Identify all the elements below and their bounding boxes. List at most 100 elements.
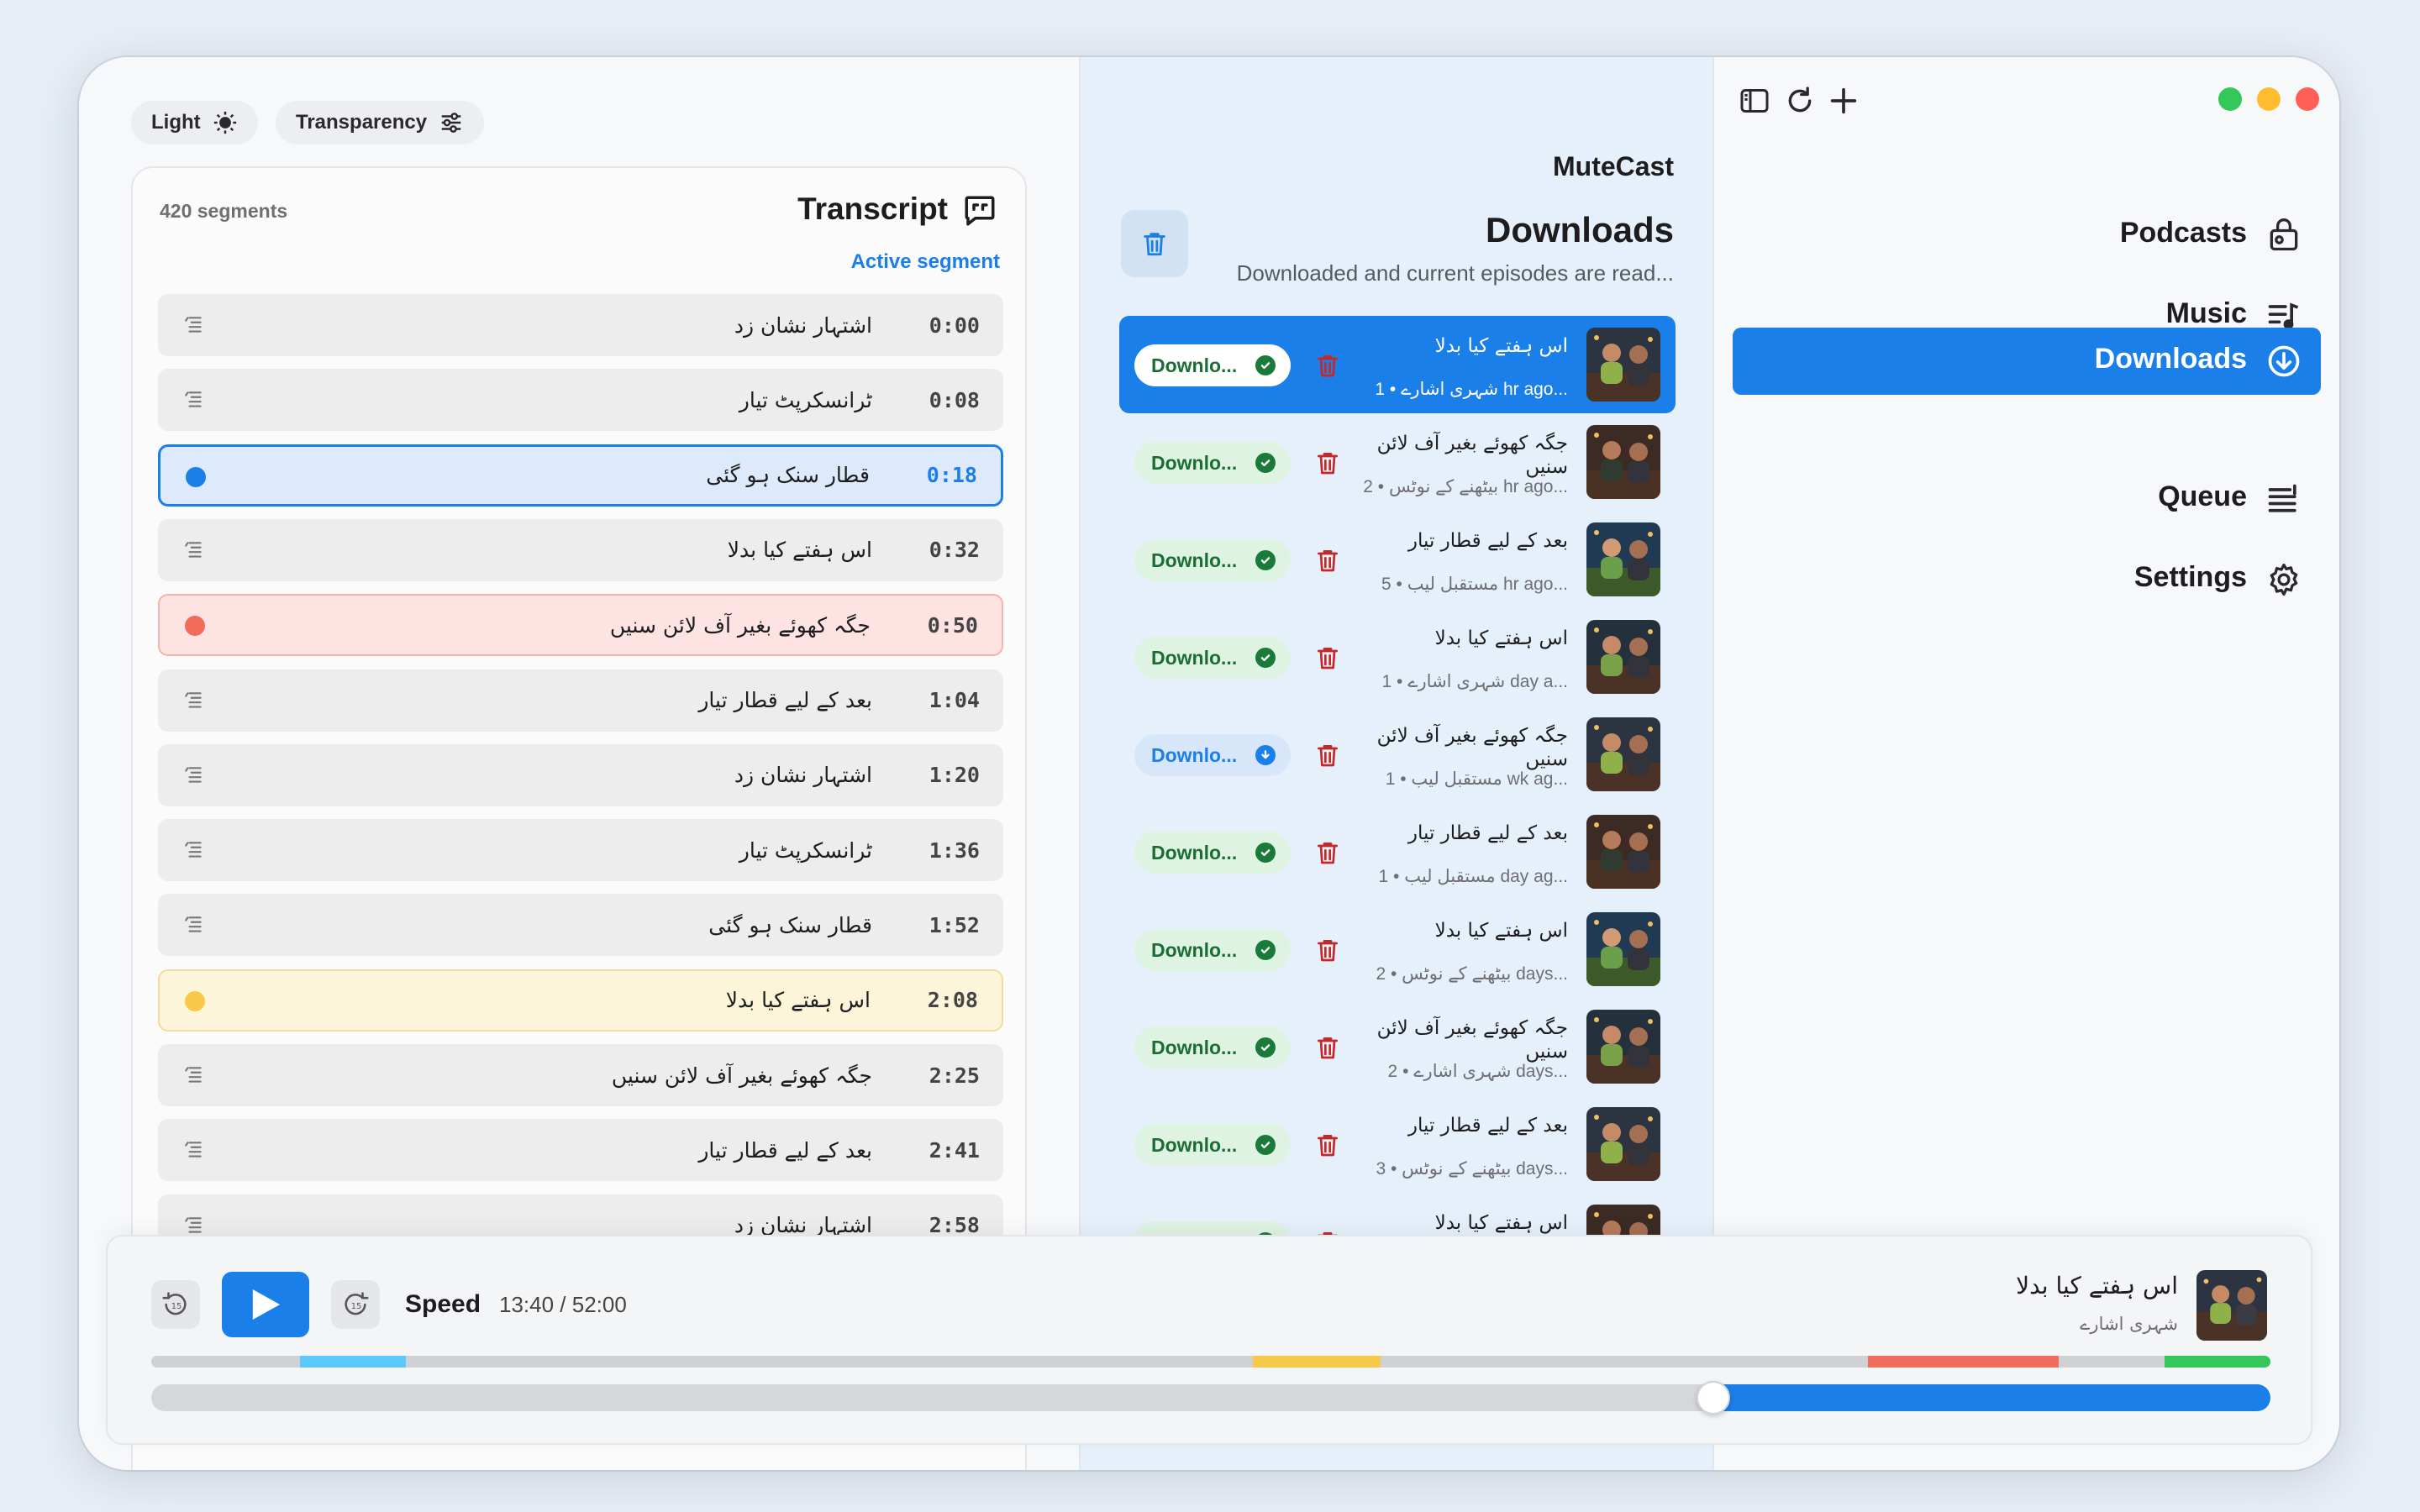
segment-time: 2:25 — [929, 1063, 980, 1088]
episode-artwork — [1586, 425, 1660, 499]
segment-text: ٹرانسکرپٹ تیار — [739, 837, 872, 863]
segment-marker — [1253, 1356, 1381, 1368]
checkmark-icon — [1255, 453, 1276, 473]
download-status-badge: Downlo... — [1134, 832, 1291, 874]
segment-time: 0:00 — [929, 312, 980, 338]
zoom-window-button[interactable] — [2218, 87, 2242, 111]
play-button[interactable] — [222, 1272, 309, 1337]
segment-marker — [299, 1356, 406, 1368]
episode-title: اس ہفتے کیا بدلا — [1434, 1212, 1568, 1234]
delete-episode-icon[interactable] — [1314, 546, 1341, 575]
transcript-row[interactable]: اس ہفتے کیا بدلا 2:08 — [158, 969, 1003, 1032]
delete-episode-icon[interactable] — [1314, 838, 1341, 867]
episode-meta: مستقبل لیب • 5 hr ago... — [1381, 575, 1568, 594]
download-status-badge: Downlo... — [1134, 539, 1291, 581]
clear-downloads-button[interactable] — [1121, 210, 1188, 277]
download-status-label: Downlo... — [1151, 841, 1238, 864]
episode-artwork — [1586, 912, 1660, 986]
timecode: 13:40 / 52:00 — [499, 1292, 627, 1317]
transcript-row[interactable]: بعد کے لیے قطار تیار 1:04 — [158, 669, 1003, 732]
delete-episode-icon[interactable] — [1314, 449, 1341, 477]
episode-row[interactable]: Downlo... اس ہفتے کیا بدلا بیٹھنے کے نوٹس … — [1119, 900, 1676, 998]
play-icon — [252, 1289, 281, 1320]
now-playing-show: شہری اشارے — [2080, 1314, 2178, 1334]
player-bar: 15 15 Speed 13:40 / 52:00 اس ہفتے کیا بد… — [106, 1235, 2312, 1445]
segment-count: 420 segments — [160, 200, 288, 222]
segment-marker — [2164, 1356, 2270, 1368]
segment-text: اس ہفتے کیا بدلا — [725, 988, 871, 1013]
transcript-row[interactable]: اشتہار نشان زد 1:20 — [158, 743, 1003, 806]
sidebar-item-podcasts[interactable]: Podcasts — [1733, 202, 2321, 269]
delete-episode-icon[interactable] — [1314, 936, 1341, 964]
download-status-badge: Downlo... — [1134, 1124, 1291, 1166]
progress-track[interactable] — [151, 1384, 2270, 1411]
episode-row[interactable]: Downlo... بعد کے لیے قطار تیار مستقبل لیب … — [1119, 803, 1676, 900]
transcript-row[interactable]: اشتہار نشان زد 0:00 — [158, 294, 1003, 356]
episode-row[interactable]: Downlo... جگہ کھوئے بغیر آف لائن سنیں بیٹھ… — [1119, 413, 1676, 511]
download-status-badge: Downlo... — [1134, 929, 1291, 971]
episode-artwork — [1586, 717, 1660, 791]
episode-meta: بیٹھنے کے نوٹس • 2 days... — [1376, 964, 1568, 984]
sliders-icon — [441, 113, 461, 133]
svg-text:15: 15 — [351, 1302, 362, 1311]
skip-forward-button[interactable]: 15 — [331, 1280, 380, 1329]
segment-text: ٹرانسکرپٹ تیار — [739, 387, 872, 412]
episode-row[interactable]: Downlo... بعد کے لیے قطار تیار بیٹھنے کے ن… — [1119, 1095, 1676, 1193]
transcript-row[interactable]: قطار سنک ہو گئی 0:18 — [158, 444, 1003, 507]
transcript-row[interactable]: جگہ کھوئے بغیر آف لائن سنیں 2:25 — [158, 1044, 1003, 1106]
segment-time: 0:08 — [929, 387, 980, 412]
delete-episode-icon[interactable] — [1314, 741, 1341, 769]
delete-episode-icon[interactable] — [1314, 643, 1341, 672]
transcript-row[interactable]: بعد کے لیے قطار تیار 2:41 — [158, 1119, 1003, 1182]
speed-control[interactable]: Speed — [405, 1290, 481, 1319]
episode-title: بعد کے لیے قطار تیار — [1407, 1115, 1568, 1137]
close-window-button[interactable] — [2296, 87, 2319, 111]
transcript-row[interactable]: ٹرانسکرپٹ تیار 0:08 — [158, 369, 1003, 432]
transcript-row[interactable]: قطار سنک ہو گئی 1:52 — [158, 894, 1003, 957]
segment-list-icon — [183, 1215, 205, 1236]
settings-icon — [2270, 563, 2298, 596]
episode-row[interactable]: Downlo... جگہ کھوئے بغیر آف لائن سنیں شہری… — [1119, 998, 1676, 1095]
app-brand: MuteCast — [1552, 151, 1674, 181]
segment-list-icon — [183, 764, 205, 786]
episode-artwork — [1586, 522, 1660, 596]
segment-time: 0:18 — [926, 463, 977, 488]
download-status-label: Downlo... — [1151, 938, 1238, 961]
delete-episode-icon[interactable] — [1314, 351, 1341, 380]
transcript-row[interactable]: جگہ کھوئے بغیر آف لائن سنیں 0:50 — [158, 594, 1003, 657]
episode-meta: شہری اشارے • 1 day a... — [1381, 672, 1568, 691]
sidebar-toggle-icon[interactable] — [1738, 84, 1771, 118]
episode-artwork — [1586, 815, 1660, 889]
sidebar-item-downloads[interactable]: Downloads — [1733, 328, 2321, 395]
transparency-button[interactable]: Transparency — [276, 101, 485, 144]
skip-back-button[interactable]: 15 — [151, 1280, 200, 1329]
sidebar-item-queue[interactable]: Queue — [1733, 465, 2321, 533]
sidebar-item-settings[interactable]: Settings — [1733, 546, 2321, 613]
episode-row[interactable]: Downlo... بعد کے لیے قطار تیار مستقبل لیب … — [1119, 511, 1676, 608]
minimize-window-button[interactable] — [2257, 87, 2281, 111]
add-icon[interactable] — [1827, 84, 1860, 118]
delete-episode-icon[interactable] — [1314, 1131, 1341, 1159]
episode-title: اس ہفتے کیا بدلا — [1434, 920, 1568, 942]
transcript-title: Transcript — [797, 192, 948, 226]
segment-time: 0:50 — [927, 612, 978, 638]
episode-row[interactable]: Downlo... اس ہفتے کیا بدلا شہری اشارے • 1 … — [1119, 316, 1676, 413]
checkmark-icon — [1255, 843, 1276, 863]
refresh-icon[interactable] — [1783, 84, 1817, 118]
app-window: Light Transparency 420 segments Transcri… — [79, 57, 2339, 1470]
segment-marker-icon — [185, 990, 205, 1011]
progress-knob[interactable] — [1696, 1381, 1730, 1415]
segment-text: اشتہار نشان زد — [734, 763, 872, 788]
download-status-badge: Downlo... — [1134, 1026, 1291, 1068]
light-mode-button[interactable]: Light — [131, 101, 258, 144]
transcript-row[interactable]: ٹرانسکرپٹ تیار 1:36 — [158, 819, 1003, 882]
delete-episode-icon[interactable] — [1314, 1033, 1341, 1062]
light-mode-label: Light — [151, 111, 201, 134]
transcript-row[interactable]: اس ہفتے کیا بدلا 0:32 — [158, 518, 1003, 581]
episode-row[interactable]: Downlo... اس ہفتے کیا بدلا شہری اشارے • 1 … — [1119, 608, 1676, 706]
episode-row[interactable]: Downlo... جگہ کھوئے بغیر آف لائن سنیں مستق… — [1119, 706, 1676, 803]
episode-meta: بیٹھنے کے نوٹس • 2 hr ago... — [1363, 477, 1568, 496]
segment-text: اس ہفتے کیا بدلا — [727, 538, 872, 563]
sidebar-item-label: Downloads — [2094, 343, 2247, 375]
active-segment-link[interactable]: Active segment — [851, 250, 1000, 274]
